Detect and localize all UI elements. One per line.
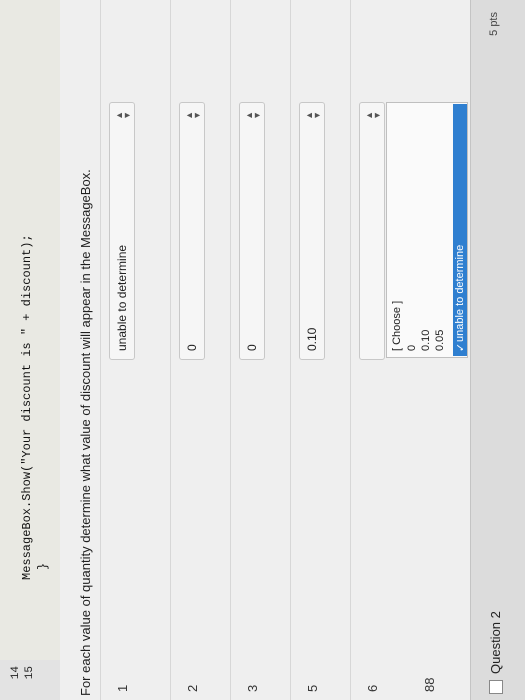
quantity-label: 6 <box>365 684 380 692</box>
flag-icon[interactable] <box>489 680 503 694</box>
line-number: 15 <box>24 666 36 680</box>
discount-select[interactable]: 0 ▲ ▼ <box>179 102 205 360</box>
question-points: 5 pts <box>488 12 500 36</box>
select-arrows-icon: ▲ ▼ <box>364 111 382 120</box>
discount-select-open[interactable]: ▲ ▼ <box>359 102 385 360</box>
select-arrows-icon: ▲ ▼ <box>304 111 322 120</box>
discount-select[interactable]: unable to determine ▲ ▼ <box>109 102 135 360</box>
answer-row: 2 0 ▲ ▼ <box>170 0 221 700</box>
dropdown-option[interactable]: [ Choose ] <box>391 301 403 351</box>
dropdown-option[interactable]: 0.10 <box>420 330 432 351</box>
discount-select[interactable]: 0.10 ▲ ▼ <box>299 102 325 360</box>
code-line-numbers: 14 15 <box>0 659 60 700</box>
select-arrows-icon: ▲ ▼ <box>184 111 202 120</box>
select-value: 0 <box>185 344 199 351</box>
select-value: unable to determine <box>115 244 129 351</box>
quantity-label: 2 <box>185 684 200 692</box>
code-line: MessageBox.Show("Your discount is " + di… <box>20 234 34 580</box>
question-2-header: Question 2 5 pts <box>470 0 525 700</box>
question-prompt: For each value of quantity determine wha… <box>78 169 93 696</box>
line-number: 14 <box>10 666 22 680</box>
quantity-label: 3 <box>245 684 260 692</box>
select-arrows-icon: ▲ ▼ <box>244 111 262 120</box>
answer-row: 1 unable to determine ▲ ▼ <box>100 0 151 700</box>
code-line: } <box>36 562 50 570</box>
answer-row: 5 0.10 ▲ ▼ <box>290 0 341 700</box>
dropdown-option[interactable]: 0.05 <box>434 330 446 351</box>
dropdown-option[interactable]: 0 <box>406 345 418 351</box>
quantity-label: 5 <box>305 684 320 692</box>
quantity-label: 88 <box>422 677 437 692</box>
answer-row: 3 0 ▲ ▼ <box>230 0 281 700</box>
checkmark-icon: ✓ <box>455 342 467 352</box>
question-title: Question 2 <box>488 611 503 674</box>
select-value: 0.10 <box>305 327 319 351</box>
dropdown-option-label: unable to determine <box>454 244 466 342</box>
discount-select[interactable]: 0 ▲ ▼ <box>239 102 265 360</box>
dropdown-option-highlighted[interactable]: ✓ unable to determine <box>453 104 467 356</box>
discount-dropdown-menu: [ Choose ] 0 0.10 0.05 ✓ unable to deter… <box>386 102 468 358</box>
code-snippet: 14 15 MessageBox.Show("Your discount is … <box>0 0 60 700</box>
quiz-page: 14 15 MessageBox.Show("Your discount is … <box>0 0 525 700</box>
quantity-label: 1 <box>115 684 130 692</box>
select-arrows-icon: ▲ ▼ <box>114 111 132 120</box>
code-text: MessageBox.Show("Your discount is " + di… <box>0 0 60 660</box>
select-value: 0 <box>245 344 259 351</box>
